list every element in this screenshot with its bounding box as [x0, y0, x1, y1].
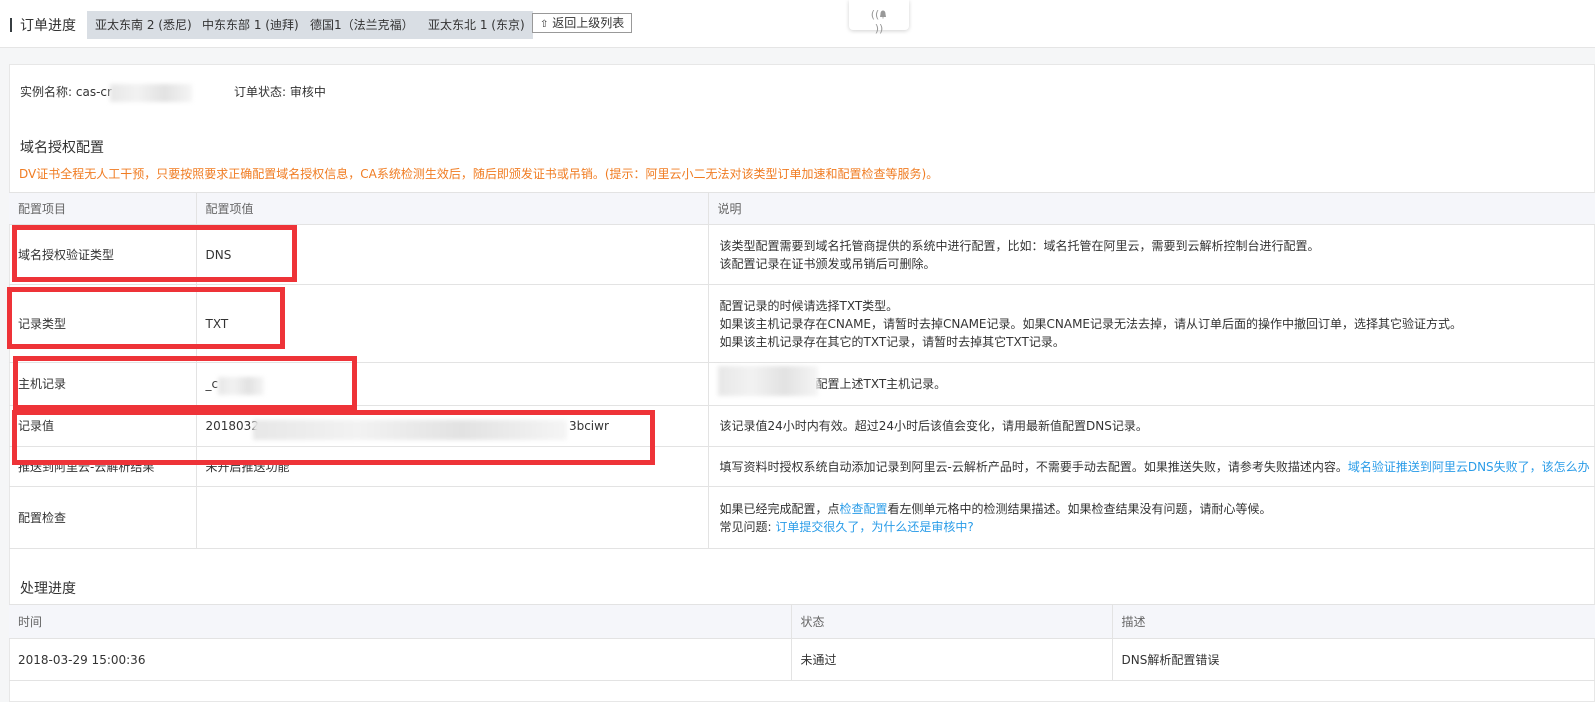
- annotation-box: [12, 225, 297, 282]
- region-tab-dubai[interactable]: 中东东部 1 (迪拜): [194, 11, 307, 39]
- domain-config-title: 域名授权配置: [20, 140, 104, 156]
- description-cell: 配置记录的时候请选择TXT类型。 如果该主机记录存在CNAME，请暂时去掉CNA…: [708, 284, 1595, 363]
- region-tab-sydney[interactable]: 亚太东南 2 (悉尼): [87, 11, 200, 39]
- table-header-row: 时间 状态 描述: [9, 604, 1595, 639]
- progress-desc-cell: DNS解析配置错误: [1112, 638, 1595, 681]
- back-button-label: 返回上级列表: [552, 16, 625, 30]
- faq-link[interactable]: 订单提交很久了，为什么还是审核中?: [775, 520, 973, 534]
- description-line: 常见问题: 订单提交很久了，为什么还是审核中?: [720, 518, 1595, 536]
- arrow-up-icon: ⇧: [540, 19, 549, 30]
- page-title: 订单进度: [20, 18, 76, 34]
- description-line: 如果已经完成配置，点检查配置看左侧单元格中的检测结果描述。如果检查结果没有问题，…: [720, 500, 1595, 518]
- col-desc: 描述: [1112, 604, 1595, 639]
- title-accent-bar: [10, 18, 12, 32]
- order-status-label: 订单状态:: [234, 85, 287, 99]
- check-config-link[interactable]: 检查配置: [840, 502, 888, 516]
- region-tab-frankfurt[interactable]: 德国1（法兰克福）: [302, 11, 422, 39]
- order-status-value: 审核中: [289, 85, 326, 99]
- config-item-cell: 配置检查: [9, 486, 197, 549]
- annotation-box: [12, 410, 655, 465]
- col-time: 时间: [9, 604, 792, 639]
- progress-title: 处理进度: [20, 581, 76, 597]
- description-text: 填写资料时授权系统自动添加记录到阿里云-云解析产品时，不需要手动去配置。如果推送…: [719, 459, 1348, 474]
- page-header: 订单进度 亚太东南 2 (悉尼) 中东东部 1 (迪拜) 德国1（法兰克福） 亚…: [0, 0, 1595, 48]
- table-row: 配置检查 如果已经完成配置，点检查配置看左侧单元格中的检测结果描述。如果检查结果…: [9, 486, 1595, 549]
- description-cell: 填写资料时授权系统自动添加记录到阿里云-云解析产品时，不需要手动去配置。如果推送…: [708, 446, 1595, 487]
- description-text: 如果已经完成配置，点: [719, 501, 840, 516]
- description-line: 如果该主机记录存在CNAME，请暂时去掉CNAME记录。如果CNAME记录无法去…: [719, 316, 1463, 331]
- col-config-item: 配置项目: [9, 192, 197, 225]
- description-cell: 如果已经完成配置，点检查配置看左侧单元格中的检测结果描述。如果检查结果没有问题，…: [708, 486, 1595, 549]
- description-cell: 该类型配置需要到域名托管商提供的系统中进行配置，比如：域名托管在阿里云，需要到云…: [708, 224, 1595, 285]
- col-description: 说明: [708, 192, 1595, 225]
- config-value-cell: [196, 486, 709, 549]
- description-cell: 下配置上述TXT主机记录。: [708, 362, 1595, 406]
- table-header-row: 配置项目 配置项值 说明: [9, 192, 1595, 225]
- progress-time-cell: 2018-03-29 15:00:36: [9, 638, 792, 681]
- dns-push-failed-link[interactable]: 域名验证推送到阿里云DNS失败了，该怎么办: [1348, 460, 1590, 474]
- bell-icon: (()): [869, 8, 889, 35]
- col-config-value: 配置项值: [196, 192, 709, 225]
- notification-button[interactable]: (()): [849, 0, 909, 35]
- col-status: 状态: [791, 604, 1113, 639]
- description-line: 该配置记录在证书颁发或吊销后可删除。: [719, 256, 936, 271]
- back-to-list-button[interactable]: ⇧ 返回上级列表: [532, 13, 633, 33]
- instance-name: 实例名称: cas-cr: [20, 83, 112, 100]
- dv-notice: DV证书全程无人工干预，只要按照要求正确配置域名授权信息，CA系统检测生效后，随…: [19, 167, 939, 181]
- description-line: 配置记录的时候请选择TXT类型。: [719, 298, 899, 313]
- description-cell: 该记录值24小时内有效。超过24小时后该值会变化，请用最新值配置DNS记录。: [708, 405, 1595, 447]
- progress-status-cell: 未通过: [791, 638, 1113, 681]
- redacted-host-description: [718, 366, 818, 396]
- instance-name-value: cas-cr: [75, 85, 112, 99]
- region-tab-tokyo[interactable]: 亚太东北 1 (东京): [420, 11, 533, 39]
- faq-label: 常见问题:: [719, 519, 772, 534]
- description-line: 如果该主机记录存在其它的TXT记录，请暂时去掉其它TXT记录。: [719, 334, 1065, 349]
- table-row: 2018-03-29 15:00:36 未通过 DNS解析配置错误: [9, 638, 1595, 681]
- progress-table: 时间 状态 描述 2018-03-29 15:00:36 未通过 DNS解析配置…: [9, 604, 1595, 681]
- annotation-box: [13, 356, 357, 410]
- description-line: 该类型配置需要到域名托管商提供的系统中进行配置，比如：域名托管在阿里云，需要到云…: [719, 238, 1320, 253]
- redacted-instance-name: [110, 84, 192, 102]
- annotation-box: [7, 287, 285, 349]
- description-text: 看左侧单元格中的检测结果描述。如果检查结果没有问题，请耐心等候。: [887, 501, 1272, 516]
- order-status: 订单状态: 审核中: [234, 83, 326, 100]
- instance-name-label: 实例名称:: [20, 85, 73, 99]
